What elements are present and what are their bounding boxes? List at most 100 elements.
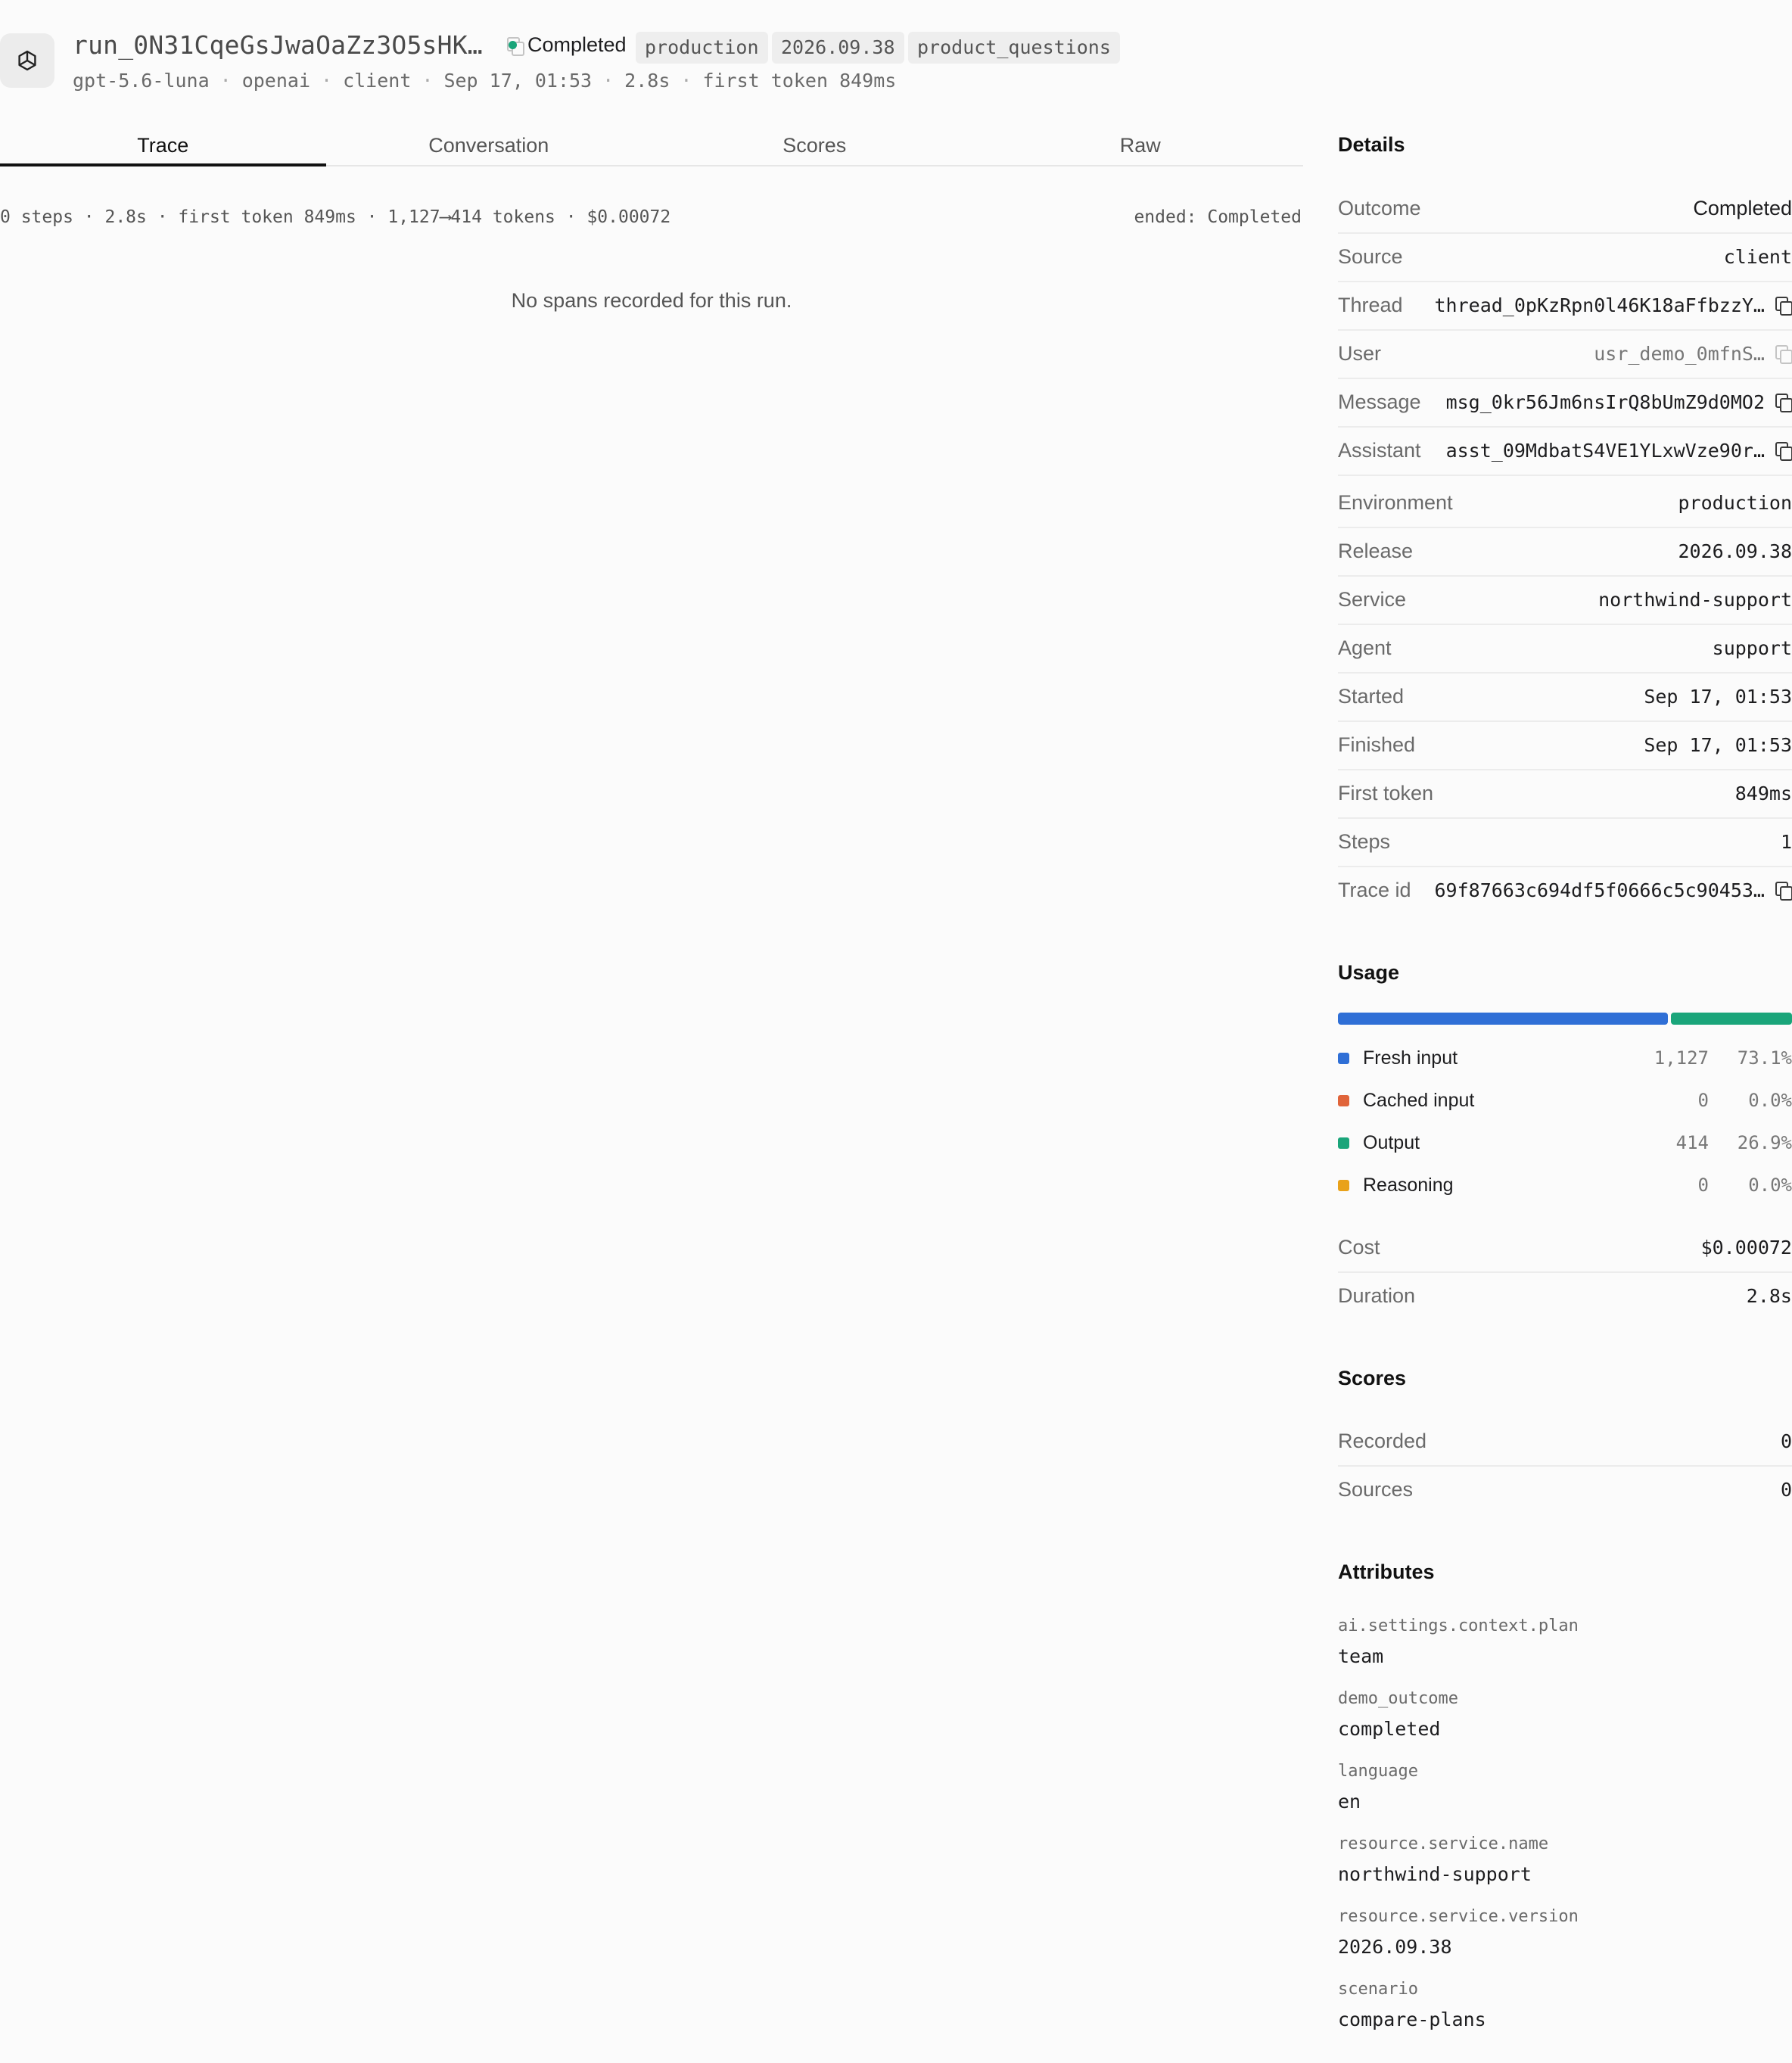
usage-count: 414 [1675,1132,1709,1153]
usage-cost-label: Cost [1338,1235,1380,1259]
tab-conversation[interactable]: Conversation [326,126,652,165]
detail-value: usr_demo_0mfnS… [1594,342,1765,365]
tab-scores[interactable]: Scores [652,126,978,165]
detail-label: Assistant [1338,438,1421,462]
detail-row-thread: Thread thread_0pKzRpn0l46K18aFfbzzY… [1338,281,1792,331]
detail-value: northwind-support [1598,588,1792,611]
score-value: 0 [1780,1430,1792,1452]
usage-percent: 0.0% [1748,1090,1792,1111]
usage-row-reasoning: Reasoning 0 0.0% [1338,1170,1792,1200]
detail-label: Trace id [1338,878,1411,901]
usage-row-cost: Cost $0.00072 [1338,1223,1792,1273]
usage-count: 0 [1697,1175,1709,1196]
status-label: Completed [527,33,627,56]
detail-value: support [1712,636,1792,659]
copy-icon[interactable] [1775,394,1792,412]
tag-release: 2026.09.38 [772,32,904,64]
status-badge: Completed [509,33,627,57]
status-dot-icon [509,41,517,49]
meta-first-token: first token 849ms [702,70,897,92]
detail-row-environment: Environment production [1338,478,1792,528]
copy-icon[interactable] [1775,345,1792,364]
tab-trace[interactable]: Trace [0,126,326,166]
attribute-value: completed [1338,1718,1441,1740]
detail-value: Sep 17, 01:53 [1644,685,1792,708]
meta-duration: 2.8s [624,70,670,92]
usage-row-output: Output 414 26.9% [1338,1128,1792,1158]
score-row-sources: Sources 0 [1338,1465,1792,1514]
attribute-key: demo_outcome [1338,1689,1458,1708]
detail-value: 2026.09.38 [1678,540,1792,562]
usage-percent: 73.1% [1737,1047,1792,1069]
detail-label: Agent [1338,636,1392,659]
usage-bar [1338,1013,1792,1025]
detail-row-release: Release 2026.09.38 [1338,527,1792,577]
meta-model: gpt-5.6-luna [73,70,210,92]
detail-label: Message [1338,390,1421,413]
detail-label: Thread [1338,293,1403,316]
detail-value: 69f87663c694df5f0666c5c90453… [1434,879,1766,901]
detail-label: Started [1338,684,1405,708]
usage-label: Fresh input [1363,1047,1458,1069]
detail-label: Service [1338,587,1407,611]
usage-label: Cached input [1363,1089,1475,1111]
attribute-key: resource.service.version [1338,1907,1579,1926]
attribute-key: language [1338,1762,1418,1781]
run-title: run_0N31CqeGsJwaOaZz3O5sHK… [73,30,524,60]
detail-row-service: Service northwind-support [1338,575,1792,625]
usage-count: 1,127 [1654,1047,1709,1069]
meta-source: client [343,70,412,92]
usage-label: Output [1363,1131,1420,1153]
detail-label: Source [1338,244,1403,268]
detail-row-assistant: Assistant asst_09MdbatS4VE1YLxwVze90r… [1338,426,1792,476]
usage-title: Usage [1338,961,1400,984]
detail-row-agent: Agent support [1338,624,1792,674]
attribute-value: team [1338,1645,1384,1667]
detail-value: msg_0kr56Jm6nsIrQ8bUmZ9d0MO2 [1445,391,1765,413]
details-panel: Details Outcome Completed Source client … [1338,0,1792,2063]
copy-icon[interactable] [1775,442,1792,461]
detail-row-trace-id: Trace id 69f87663c694df5f0666c5c90453… [1338,866,1792,914]
detail-row-message: Message msg_0kr56Jm6nsIrQ8bUmZ9d0MO2 [1338,378,1792,428]
detail-label: First token [1338,781,1434,804]
detail-value: Completed [1693,196,1792,219]
detail-value: 1 [1780,830,1792,853]
detail-label: Environment [1338,490,1453,514]
legend-swatch-icon [1338,1052,1349,1064]
tab-raw[interactable]: Raw [978,126,1304,165]
attribute-value: compare-plans [1338,2009,1486,2030]
meta-provider: openai [241,70,310,92]
detail-value: client [1723,245,1792,268]
tab-bar: Trace Conversation Scores Raw [0,126,1303,166]
detail-row-started: Started Sep 17, 01:53 [1338,672,1792,722]
detail-label: User [1338,341,1382,365]
usage-label: Reasoning [1363,1174,1454,1196]
score-label: Sources [1338,1477,1414,1501]
usage-bar-output [1671,1013,1792,1025]
legend-swatch-icon [1338,1179,1349,1191]
copy-icon[interactable] [1775,297,1792,316]
detail-row-outcome: Outcome Completed [1338,184,1792,234]
usage-duration-label: Duration [1338,1284,1416,1307]
attributes-title: Attributes [1338,1560,1435,1583]
usage-bar-fresh-input [1338,1013,1668,1025]
tag-scenario: product_questions [908,32,1120,64]
detail-row-user: User usr_demo_0mfnS… [1338,329,1792,379]
detail-label: Finished [1338,733,1416,756]
usage-row-cached-input: Cached input 0 0.0% [1338,1085,1792,1116]
detail-row-steps: Steps 1 [1338,817,1792,867]
usage-percent: 26.9% [1737,1132,1792,1153]
run-id: run_0N31CqeGsJwaOaZz3O5sHK… [73,30,483,60]
copy-icon[interactable] [1775,882,1792,901]
trace-stats: 0 steps · 2.8s · first token 849ms · 1,1… [0,207,671,227]
run-meta: gpt-5.6-luna · openai · client · Sep 17, 01:53… [73,70,897,92]
attribute-value: northwind-support [1338,1863,1532,1885]
attribute-key: resource.service.name [1338,1834,1549,1853]
details-title: Details [1338,133,1405,156]
detail-value: asst_09MdbatS4VE1YLxwVze90r… [1445,439,1765,462]
detail-value: thread_0pKzRpn0l46K18aFfbzzY… [1434,294,1766,316]
score-row-recorded: Recorded 0 [1338,1417,1792,1467]
detail-value: production [1678,491,1792,514]
score-label: Recorded [1338,1429,1427,1452]
attribute-key: scenario [1338,1980,1418,1999]
